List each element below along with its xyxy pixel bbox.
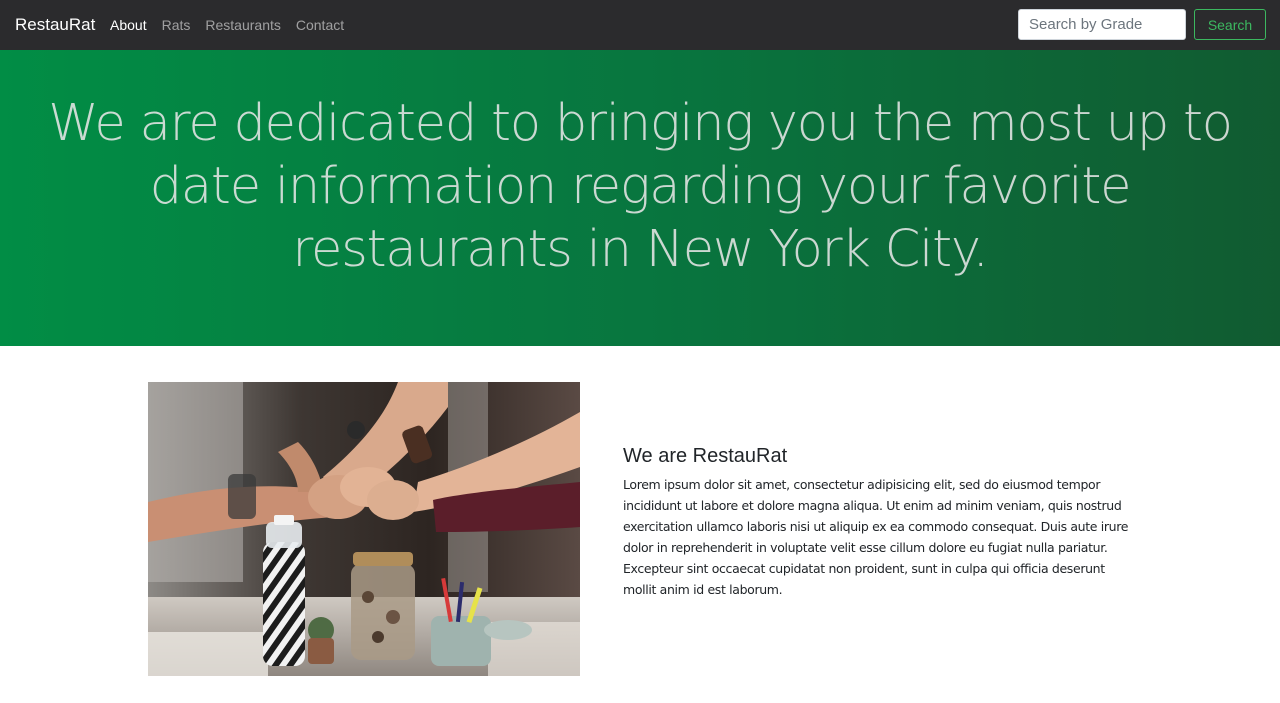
nav-link-rats[interactable]: Rats [162, 16, 191, 34]
brand-link[interactable]: RestauRat [15, 14, 95, 36]
team-photo [148, 382, 580, 676]
hero-tagline: We are dedicated to bringing you the mos… [48, 94, 1233, 279]
about-body-text: Lorem ipsum dolor sit amet, consectetur … [623, 477, 1129, 597]
nav-links: About Rats Restaurants Contact [110, 16, 344, 34]
top-navbar: RestauRat About Rats Restaurants Contact… [0, 0, 1280, 50]
nav-link-restaurants[interactable]: Restaurants [205, 16, 280, 34]
team-fist-bump-photo [148, 382, 580, 676]
nav-link-contact[interactable]: Contact [296, 16, 344, 34]
search-button[interactable]: Search [1194, 9, 1266, 40]
nav-link-about[interactable]: About [110, 16, 147, 34]
about-heading: We are RestauRat [623, 445, 788, 467]
hero-banner: We are dedicated to bringing you the mos… [0, 50, 1280, 346]
search-grade-input[interactable] [1018, 9, 1186, 40]
about-section: We are RestauRat Lorem ipsum dolor sit a… [623, 444, 1138, 600]
